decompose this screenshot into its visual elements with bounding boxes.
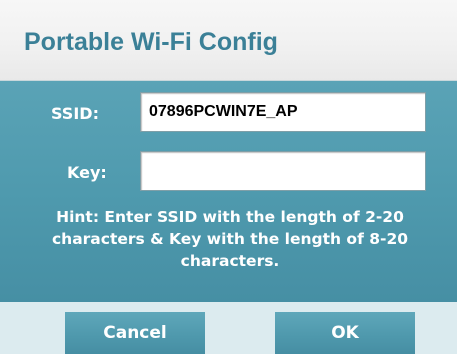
dialog-title: Portable Wi-Fi Config [24,28,278,56]
key-input[interactable] [140,151,426,191]
dialog-footer: Cancel OK [0,302,457,354]
ssid-input[interactable] [140,92,426,132]
ok-button[interactable]: OK [275,312,415,354]
dialog-body: SSID: Key: Hint: Enter SSID with the len… [0,81,457,302]
cancel-button[interactable]: Cancel [65,312,205,354]
key-label: Key: [67,163,107,182]
wifi-config-dialog: Portable Wi-Fi Config SSID: Key: Hint: E… [0,0,457,354]
hint-text: Hint: Enter SSID with the length of 2-20… [51,208,409,270]
dialog-header: Portable Wi-Fi Config [0,0,457,81]
ssid-label: SSID: [51,104,99,123]
